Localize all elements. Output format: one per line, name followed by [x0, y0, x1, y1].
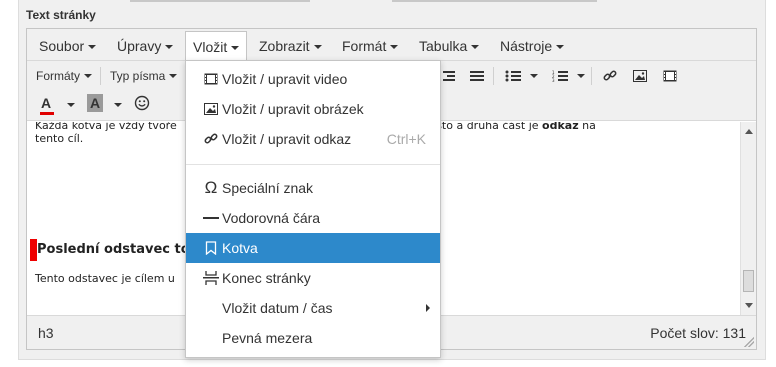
chevron-down-icon [231, 46, 240, 50]
horizontal-line-icon [202, 203, 220, 233]
word-count: Počet slov: 131 [650, 325, 746, 341]
anchor-marker [30, 239, 37, 261]
menu-item-label: Vložit datum / čas [222, 300, 333, 316]
video-icon [202, 64, 220, 94]
resize-handle-icon[interactable] [744, 337, 754, 347]
menu-item-label: Vodorovná čára [222, 210, 321, 226]
element-path[interactable]: h3 [38, 316, 54, 350]
svg-text:3: 3 [552, 78, 555, 82]
menu-item-label: Kotva [222, 240, 258, 256]
bullet-list-icon[interactable] [505, 70, 521, 82]
bg-color-button[interactable]: A [90, 95, 100, 111]
chevron-down-icon [169, 74, 178, 78]
menu-nastroje[interactable]: Nástroje [493, 31, 571, 61]
menu-item-label: Speciální znak [222, 180, 314, 196]
menu-label: Soubor [39, 38, 85, 54]
chevron-down-icon[interactable] [114, 103, 122, 107]
chevron-down-icon [165, 45, 174, 49]
menu-item-label: Vložit / upravit video [222, 71, 348, 87]
menu-item-label: Konec stránky [222, 270, 311, 286]
editor-menubar: Soubor Úpravy Vložit Zobrazit Formát Tab… [27, 29, 756, 61]
menu-divider [186, 164, 440, 165]
chevron-down-icon[interactable] [67, 103, 75, 107]
field-label: Text stránky [26, 8, 96, 22]
text-color-glyph: A [41, 95, 52, 111]
text-color-swatch [40, 112, 54, 115]
heading-3: Poslední odstavec to [37, 242, 190, 257]
menu-item-label: Vložit / upravit odkaz [222, 131, 352, 147]
formats-label: Formáty [36, 69, 81, 83]
scroll-down-arrow-icon[interactable] [745, 303, 753, 308]
bold-text: odkaz [542, 122, 579, 132]
text-segment: Každá kotva je vždy tvoře [35, 122, 177, 132]
image-icon[interactable] [633, 70, 647, 82]
menu-item-label: Pevná mezera [222, 330, 313, 346]
link-icon [202, 124, 220, 154]
chevron-down-icon[interactable] [577, 74, 585, 78]
font-family-dropdown[interactable]: Typ písma [110, 69, 178, 83]
menu-item-insert-video[interactable]: Vložit / upravit video [186, 64, 440, 94]
menu-zobrazit[interactable]: Zobrazit [252, 31, 329, 61]
menu-item-anchor[interactable]: Kotva [186, 233, 440, 263]
page-break-icon [202, 263, 220, 293]
text-color-button[interactable]: A [41, 95, 51, 111]
menu-tabulka[interactable]: Tabulka [412, 31, 486, 61]
align-right-icon[interactable] [441, 70, 455, 82]
keyboard-shortcut: Ctrl+K [386, 131, 426, 147]
chevron-down-icon [471, 45, 480, 49]
chevron-down-icon [390, 45, 399, 49]
menu-vlozit[interactable]: Vložit [185, 31, 248, 61]
formats-dropdown[interactable]: Formáty [36, 69, 93, 83]
bg-color-glyph: A [90, 95, 101, 111]
menu-label: Úpravy [117, 38, 162, 54]
top-field-borders [130, 0, 730, 2]
menu-item-page-break[interactable]: Konec stránky [186, 263, 440, 293]
numbered-list-icon[interactable]: 123 [552, 70, 568, 82]
insert-menu-dropdown: Vložit / upravit video Vložit / upravit … [185, 60, 441, 358]
menu-soubor[interactable]: Soubor [32, 31, 103, 61]
menu-label: Tabulka [419, 38, 468, 54]
chevron-down-icon [313, 45, 322, 49]
text-segment: na [578, 122, 596, 132]
paragraph-2: Tento odstavec je cílem u [35, 272, 175, 285]
chevron-down-icon [84, 74, 93, 78]
menu-label: Nástroje [500, 38, 553, 54]
menu-item-label: Vložit / upravit obrázek [222, 101, 364, 117]
align-justify-icon[interactable] [470, 70, 484, 82]
bookmark-icon [202, 233, 220, 263]
menu-item-insert-image[interactable]: Vložit / upravit obrázek [186, 94, 440, 124]
menu-item-horizontal-rule[interactable]: Vodorovná čára [186, 203, 440, 233]
toolbar-divider [591, 67, 592, 85]
font-family-label: Typ písma [110, 69, 166, 83]
image-icon [202, 94, 220, 124]
chevron-down-icon[interactable] [530, 74, 538, 78]
content-scrollbar[interactable] [740, 122, 756, 315]
chevron-right-icon [426, 304, 430, 312]
menu-label: Zobrazit [259, 38, 310, 54]
scroll-thumb[interactable] [743, 270, 754, 292]
paragraph-1-line-2: tento cíl. [35, 132, 84, 145]
menu-format[interactable]: Formát [335, 31, 405, 61]
chevron-down-icon [556, 45, 565, 49]
video-icon[interactable] [663, 70, 677, 82]
smiley-icon[interactable] [134, 95, 150, 111]
link-icon[interactable] [603, 69, 617, 83]
omega-icon: Ω [204, 178, 218, 197]
menu-label: Formát [342, 38, 387, 54]
menu-label: Vložit [193, 39, 228, 55]
chevron-down-icon [88, 45, 97, 49]
menu-item-insert-link[interactable]: Vložit / upravit odkaz Ctrl+K [186, 124, 440, 154]
toolbar-divider [100, 67, 101, 85]
toolbar-divider [493, 67, 494, 85]
scroll-up-arrow-icon[interactable] [745, 129, 753, 134]
menu-item-nbsp[interactable]: Pevná mezera [186, 323, 440, 353]
menu-upravy[interactable]: Úpravy [110, 31, 180, 61]
menu-item-insert-datetime[interactable]: Vložit datum / čas [186, 293, 440, 323]
menu-item-special-char[interactable]: Ω Speciální znak [186, 173, 440, 203]
